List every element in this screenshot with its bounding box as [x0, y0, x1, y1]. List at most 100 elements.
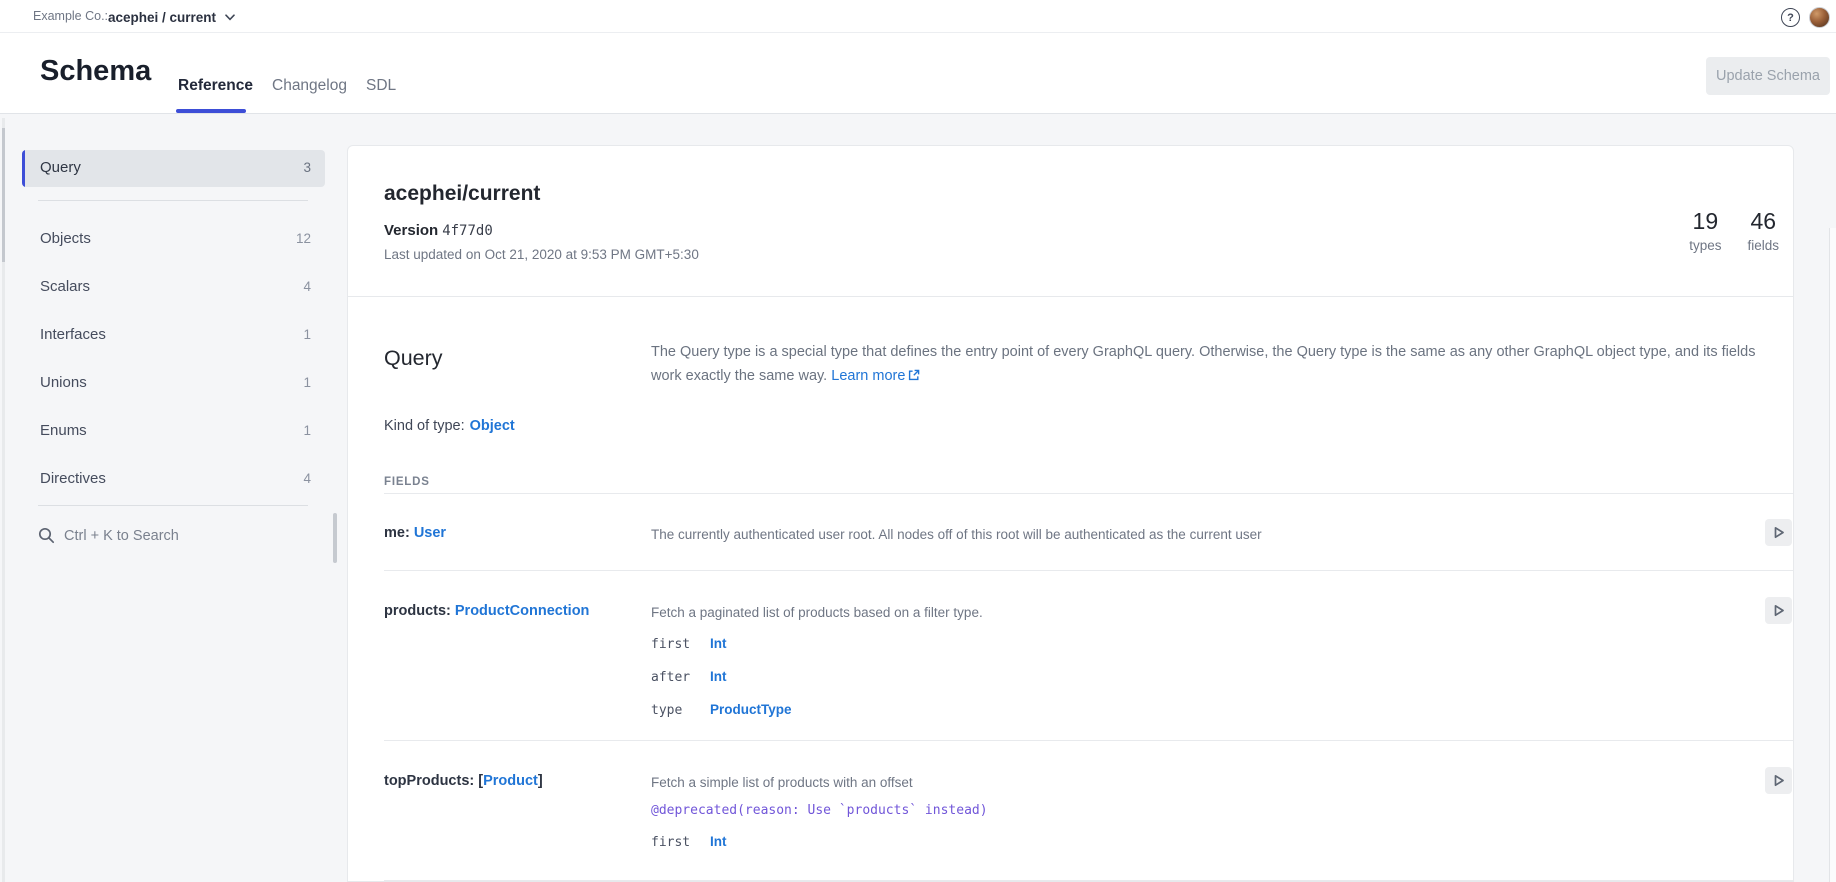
field-deprecated-directive: @deprecated(reason: Use `products` inste… [651, 801, 1733, 821]
kind-of-type-row: Kind of type: Object [384, 418, 515, 434]
argument-type-link[interactable]: Int [710, 834, 727, 849]
graph-variant-title: acephei/current [384, 182, 540, 206]
sidebar-item[interactable]: Enums 1 [22, 408, 325, 456]
argument-name: after [651, 670, 710, 685]
graph-selector[interactable]: acephei / current [108, 7, 235, 27]
type-suffix: ] [538, 773, 543, 789]
sidebar-item-count: 12 [296, 231, 311, 246]
tab-sdl[interactable]: SDL [366, 77, 396, 95]
right-scrollbar-track[interactable] [1829, 228, 1836, 882]
schema-stats: 19 types 46 fields [1689, 208, 1779, 253]
argument-name: type [651, 703, 710, 718]
fields-list: me: User The currently authenticated use… [348, 493, 1793, 881]
sidebar-item[interactable]: Directives 4 [22, 456, 325, 504]
update-schema-button[interactable]: Update Schema [1706, 57, 1830, 95]
sidebar-divider [38, 200, 308, 201]
sidebar-item-query[interactable]: Query 3 [22, 150, 325, 187]
sidebar-item-count: 4 [303, 279, 311, 294]
sidebar-item-label: Enums [40, 422, 87, 439]
external-link-icon [908, 369, 920, 381]
kind-type-link[interactable]: Object [470, 418, 515, 434]
sidebar-item[interactable]: Scalars 4 [22, 264, 325, 312]
sidebar-item-label: Objects [40, 230, 91, 247]
stat-label: types [1689, 238, 1721, 253]
version-row: Version4f77d0 [384, 222, 493, 239]
play-icon [1771, 603, 1786, 618]
sidebar-item-count: 1 [303, 375, 311, 390]
schema-stat: 19 types [1689, 208, 1721, 253]
play-icon [1771, 773, 1786, 788]
field-description: The currently authenticated user root. A… [651, 525, 1733, 545]
last-updated: Last updated on Oct 21, 2020 at 9:53 PM … [384, 247, 699, 262]
graph-selector-label: acephei / current [108, 10, 216, 25]
argument-row: firstInt [651, 634, 1733, 667]
version-label: Version [384, 222, 438, 239]
sidebar-item-label: Directives [40, 470, 106, 487]
field-signature: me: User [384, 525, 651, 571]
argument-type-link[interactable]: Int [710, 636, 727, 651]
field-row: products: ProductConnection Fetch a pagi… [348, 571, 1793, 741]
section-divider [348, 296, 1793, 297]
sidebar-item[interactable]: Unions 1 [22, 360, 325, 408]
sidebar-item-count: 1 [303, 423, 311, 438]
argument-row: typeProductType [651, 700, 1733, 733]
field-signature: products: ProductConnection [384, 603, 651, 741]
run-in-explorer-button[interactable] [1765, 519, 1792, 546]
run-in-explorer-button[interactable] [1765, 767, 1792, 794]
stat-value: 19 [1689, 208, 1721, 235]
field-type-link[interactable]: Product [483, 773, 538, 789]
tab-changelog[interactable]: Changelog [272, 77, 347, 95]
field-details: Fetch a paginated list of products based… [651, 603, 1733, 741]
sidebar-item-label: Unions [40, 374, 87, 391]
run-in-explorer-button[interactable] [1765, 597, 1792, 624]
field-name: products: [384, 603, 451, 619]
schema-reference-card: acephei/current Version4f77d0 Last updat… [347, 145, 1794, 882]
page-header: Schema Reference Changelog SDL Update Sc… [0, 33, 1836, 114]
sidebar-item[interactable]: Interfaces 1 [22, 312, 325, 360]
argument-row: afterInt [651, 667, 1733, 700]
help-icon[interactable]: ? [1781, 8, 1800, 27]
field-type-link[interactable]: User [414, 525, 446, 541]
search-hint: Ctrl + K to Search [64, 528, 179, 544]
field-details: Fetch a simple list of products with an … [651, 773, 1733, 881]
argument-row: firstInt [651, 832, 1733, 865]
stat-label: fields [1747, 238, 1779, 253]
version-value: 4f77d0 [442, 223, 493, 239]
top-bar: Example Co.: acephei / current ? [0, 0, 1836, 33]
chevron-down-icon [225, 14, 235, 21]
argument-type-link[interactable]: ProductType [710, 702, 792, 717]
tab-reference[interactable]: Reference [178, 77, 253, 95]
field-row: topProducts: [Product] Fetch a simple li… [348, 741, 1793, 881]
field-row: me: User The currently authenticated use… [348, 493, 1793, 571]
sidebar-divider [38, 505, 308, 506]
field-type-link[interactable]: ProductConnection [455, 603, 590, 619]
field-arguments: firstInt afterInt typeProductType [651, 634, 1733, 733]
sidebar-search[interactable]: Ctrl + K to Search [38, 527, 179, 544]
field-details: The currently authenticated user root. A… [651, 525, 1733, 571]
left-scrollbar-thumb[interactable] [2, 128, 5, 262]
argument-type-link[interactable]: Int [710, 669, 727, 684]
org-label: Example Co.: [33, 9, 108, 23]
field-description: Fetch a paginated list of products based… [651, 603, 1733, 623]
field-arguments: firstInt [651, 832, 1733, 865]
field-signature: topProducts: [Product] [384, 773, 651, 881]
sidebar-item-count: 4 [303, 471, 311, 486]
sidebar-item-count: 3 [303, 160, 311, 175]
schema-stat: 46 fields [1747, 208, 1779, 253]
type-name-heading: Query [384, 346, 443, 371]
sidebar-scrollbar-thumb[interactable] [333, 513, 337, 563]
field-name: topProducts: [384, 773, 474, 789]
sidebar-item-label: Scalars [40, 278, 90, 295]
page-title: Schema [40, 55, 151, 88]
field-name: me: [384, 525, 410, 541]
search-icon [38, 527, 55, 544]
sidebar-items: Objects 12 Scalars 4 Interfaces 1 Unions… [22, 216, 325, 504]
learn-more-link[interactable]: Learn more [831, 368, 920, 384]
sidebar-item[interactable]: Objects 12 [22, 216, 325, 264]
avatar[interactable] [1809, 7, 1830, 28]
type-description-text: The Query type is a special type that de… [651, 344, 1755, 384]
fields-section-label: FIELDS [384, 476, 430, 488]
selected-accent-bar [22, 150, 25, 187]
sidebar-item-label: Query [40, 159, 81, 176]
kind-label: Kind of type: [384, 418, 465, 434]
